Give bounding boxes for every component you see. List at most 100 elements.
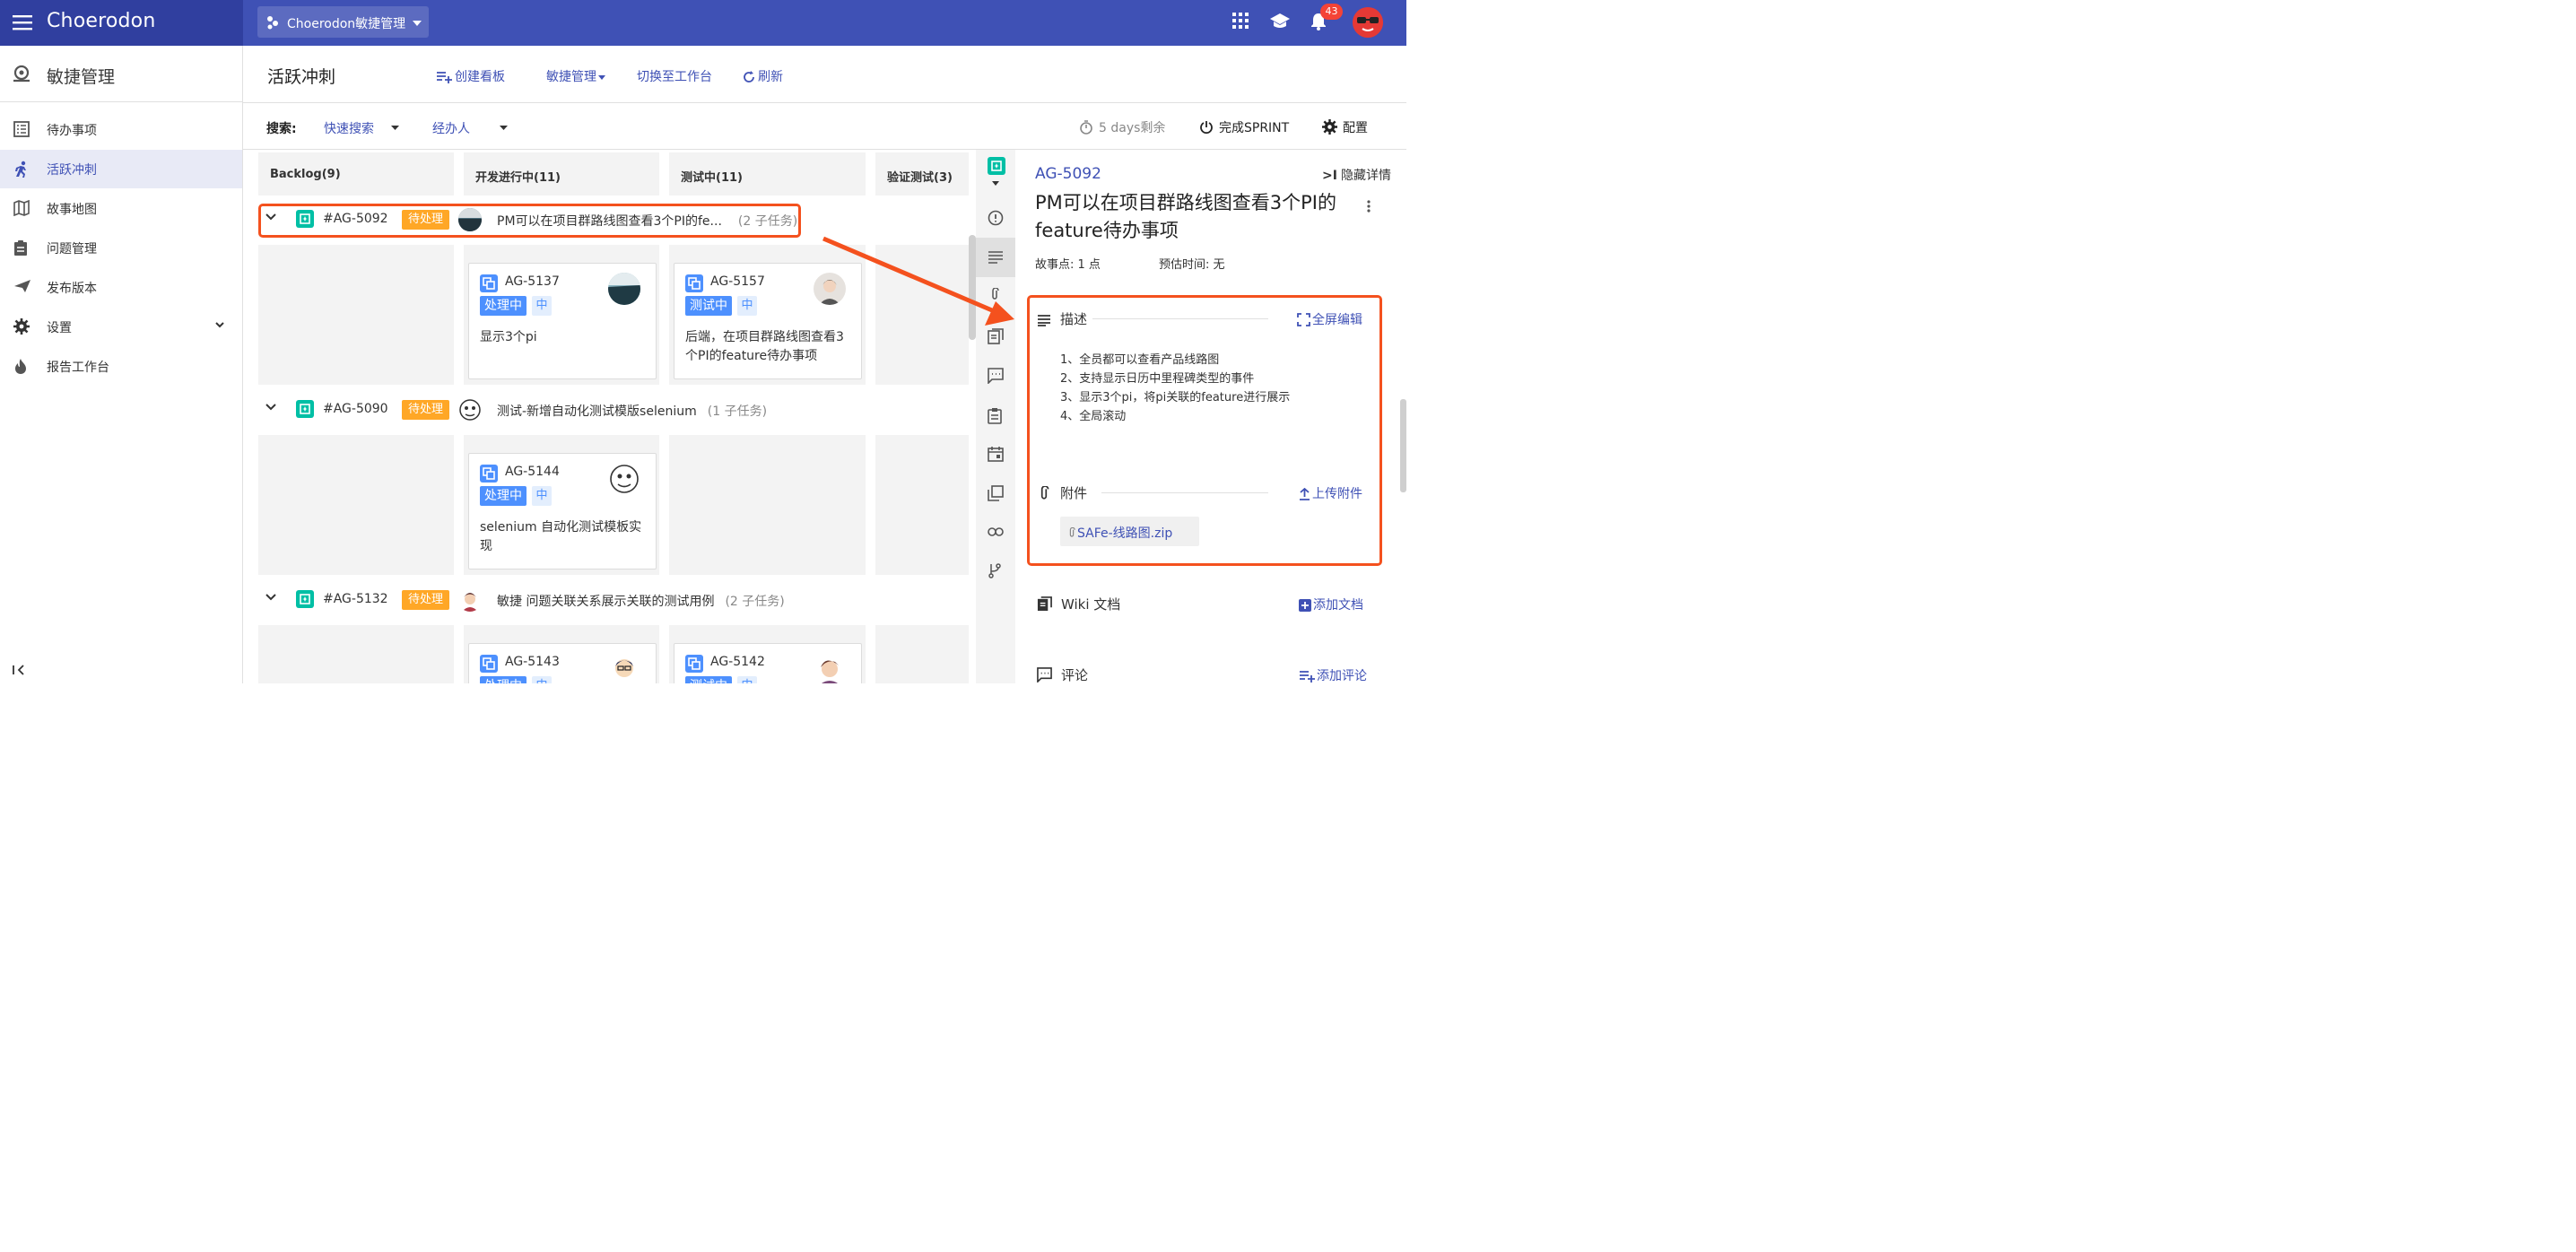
caret-down-icon [413,21,422,26]
brand-logo[interactable]: Choerodon [47,10,156,32]
refresh-button[interactable]: 刷新 [743,67,783,85]
sprint-remaining: 5 days剩余 [1079,118,1165,136]
sidebar-item-issues[interactable]: 问题管理 [0,229,242,267]
status-badge: 待处理 [402,400,450,420]
swimlane-issue-key[interactable]: #AG-5132 [323,592,388,606]
create-board-button[interactable]: 创建看板 [436,67,505,85]
swimlane-header[interactable]: #AG-5132 待处理 敏捷 问题关联关系展示关联的测试用例 (2 子任务) [258,582,976,618]
more-vert-icon[interactable] [1367,200,1371,213]
add-comment-label: 添加评论 [1317,669,1367,683]
highlight-box [258,204,801,238]
column-header-verify: 验证测试(3) [875,152,969,196]
info-icon[interactable] [988,210,1004,226]
issue-detail-panel: AG-5092 >I 隐藏详情 PM可以在项目群路线图查看3个PI的feature… [1015,150,1406,683]
branch-icon[interactable] [988,562,1002,578]
estimate-time[interactable]: 预估时间: 无 [1159,255,1225,272]
collapse-sidebar-icon[interactable] [13,665,25,675]
sidebar: 敏捷管理 待办事项 活跃冲刺 故事地图 问题管理 发布版本 设置 报告工作台 [0,46,243,683]
upload-attachment-button[interactable]: 上传附件 [1299,484,1362,502]
menu-icon[interactable] [13,13,32,31]
status-badge: 待处理 [402,590,450,610]
issue-card[interactable]: AG-5142 测试中 中 [674,643,862,683]
wiki-label: Wiki 文档 [1061,596,1121,613]
hide-detail-button[interactable]: >I 隐藏详情 [1322,166,1391,184]
issue-card[interactable]: AG-5143 处理中 中 [468,643,657,683]
card-issue-key: AG-5144 [505,465,560,479]
calendar-icon[interactable] [988,446,1004,462]
attachment-icon[interactable] [990,288,999,300]
detail-scrollbar[interactable] [1400,399,1406,492]
caret-down-icon[interactable] [500,126,508,130]
fullscreen-edit-button[interactable]: 全屏编辑 [1297,310,1362,328]
swimlane-issue-key[interactable]: #AG-5090 [323,402,388,416]
add-doc-button[interactable]: 添加文档 [1299,596,1363,613]
swimlane-summary: 敏捷 问题关联关系展示关联的测试用例 (2 子任务) [497,595,785,609]
list-icon [13,121,30,137]
attachment-icon [1040,486,1049,500]
card-summary: 显示3个pi [480,330,537,344]
sidebar-item-backlog[interactable]: 待办事项 [0,110,242,149]
subtask-icon [480,274,498,292]
school-icon[interactable] [1270,13,1290,30]
issue-card[interactable]: AG-5144 处理中 中 selenium 自动化测试模板实现 [468,453,657,569]
add-box-icon [1299,599,1311,612]
switch-workbench-button[interactable]: 切换至工作台 [637,67,712,85]
chevron-down-icon[interactable] [265,404,276,411]
assignee-dropdown[interactable]: 经办人 [432,119,470,137]
board-scrollbar[interactable] [969,235,976,340]
story-icon [296,400,314,418]
apps-grid-icon[interactable] [1232,13,1249,29]
add-comment-button[interactable]: 添加评论 [1299,666,1367,683]
sidebar-item-report[interactable]: 报告工作台 [0,347,242,386]
issue-key-link[interactable]: AG-5092 [1035,165,1101,183]
story-points[interactable]: 故事点: 1 点 [1035,255,1101,272]
sidebar-item-settings[interactable]: 设置 [0,308,242,346]
link-icon[interactable] [988,526,1004,537]
story-type-icon[interactable] [988,157,1005,175]
sidebar-item-label: 设置 [47,321,72,335]
copy-icon[interactable] [988,485,1004,501]
quick-search-dropdown[interactable]: 快速搜索 [324,119,374,137]
project-name: Choerodon敏捷管理 [287,17,406,31]
wiki-icon[interactable] [988,328,1004,344]
clipboard-icon[interactable] [988,407,1002,424]
fullscreen-edit-label: 全屏编辑 [1312,313,1362,327]
priority-badge: 中 [532,296,552,316]
sidebar-item-active-sprint[interactable]: 活跃冲刺 [0,150,242,188]
agile-menu-button[interactable]: 敏捷管理 [546,67,608,85]
page-header: 活跃冲刺 创建看板 敏捷管理 切换至工作台 刷新 [243,46,1406,103]
description-label: 描述 [1060,311,1088,327]
sidebar-item-label: 待办事项 [47,124,97,138]
attachment-file-chip[interactable]: SAFe-线路图.zip [1060,517,1199,546]
map-icon [13,200,30,216]
project-selector[interactable]: Choerodon敏捷管理 [257,6,429,38]
user-avatar[interactable] [1353,7,1383,38]
issue-card[interactable]: AG-5137 处理中 中 显示3个pi [468,263,657,379]
search-label: 搜索: [266,122,297,136]
sidebar-item-release[interactable]: 发布版本 [0,268,242,307]
sidebar-item-story-map[interactable]: 故事地图 [0,189,242,228]
comment-icon [1037,667,1052,683]
sidebar-item-label: 故事地图 [47,203,97,217]
chevron-down-icon[interactable] [265,594,276,601]
board-cell [875,435,969,575]
board-cell [875,625,969,683]
divider [1101,492,1268,493]
attachment-label: 附件 [1060,485,1088,501]
timer-icon [1080,120,1092,135]
subtask-icon [685,274,703,292]
issue-card[interactable]: AG-5157 测试中 中 后端，在项目群路线图查看3个PI的feature待办… [674,263,862,379]
priority-badge: 中 [737,296,757,316]
caret-down-icon[interactable] [992,181,999,186]
caret-down-icon[interactable] [391,126,399,130]
config-button[interactable]: 配置 [1322,118,1368,136]
comment-icon[interactable] [988,368,1004,384]
issue-title[interactable]: PM可以在项目群路线图查看3个PI的feature待办事项 [1035,189,1358,245]
fullscreen-icon [1297,313,1310,326]
fire-icon [13,358,28,375]
project-icon [265,15,280,30]
playlist-add-icon [1300,671,1315,683]
complete-sprint-button[interactable]: 完成SPRINT [1199,118,1289,136]
swimlane-header[interactable]: #AG-5090 待处理 测试-新增自动化测试模版selenium (1 子任务) [258,392,976,428]
description-icon[interactable] [988,250,1004,265]
